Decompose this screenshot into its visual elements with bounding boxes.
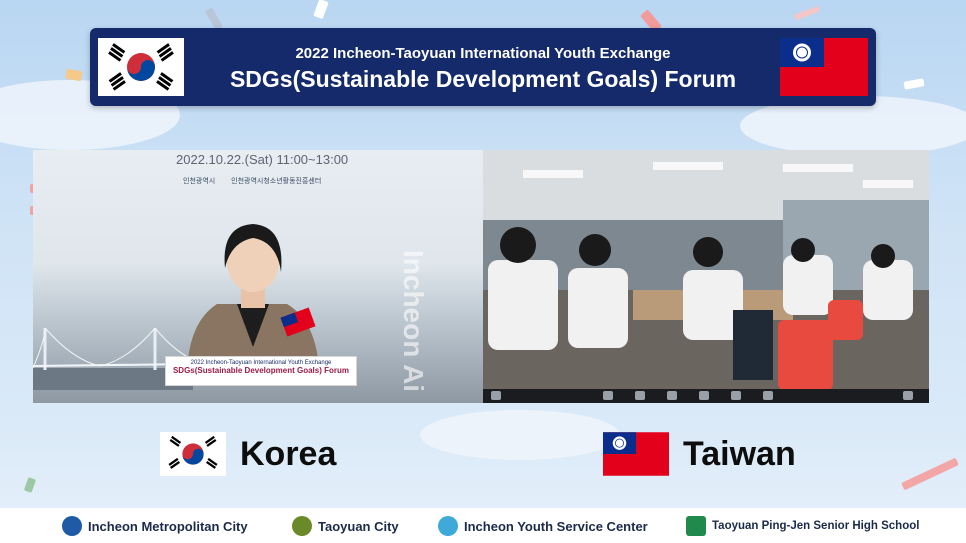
mic-icon[interactable]	[491, 391, 501, 400]
country-name-korea: Korea	[240, 435, 337, 473]
podium-sign: 2022 Incheon-Taoyuan International Youth…	[165, 356, 357, 386]
incheon-city-logo-icon	[62, 516, 82, 536]
sponsor-label: Taoyuan Ping-Jen Senior High School	[712, 520, 920, 532]
sponsor-label: Taoyuan City	[318, 518, 399, 534]
security-icon[interactable]	[603, 391, 613, 400]
classroom-scene	[483, 150, 929, 403]
speaker-figure	[187, 224, 319, 372]
confetti-shape	[903, 78, 925, 90]
country-label-taiwan: Taiwan	[603, 432, 823, 476]
sponsor-incheon-city: Incheon Metropolitan City	[62, 516, 248, 536]
confetti-shape	[313, 0, 329, 20]
banner-title-line2: SDGs(Sustainable Development Goals) Foru…	[229, 66, 737, 92]
podium-line2: SDGs(Sustainable Development Goals) Foru…	[172, 366, 350, 375]
incheon-city-logo-text: 인천광역시	[183, 178, 216, 185]
country-name-taiwan: Taiwan	[683, 435, 796, 473]
share-screen-icon[interactable]	[699, 391, 709, 400]
sponsor-youth-center: Incheon Youth Service Center	[438, 516, 648, 536]
confetti-shape	[23, 477, 37, 493]
participants-icon[interactable]	[635, 391, 645, 400]
record-icon[interactable]	[731, 391, 741, 400]
sponsor-taoyuan-city: Taoyuan City	[292, 516, 399, 536]
youth-center-logo-text: 인천광역시청소년활동진흥센터	[231, 178, 322, 185]
background-watermark-text: Incheon Ai	[398, 250, 429, 393]
sponsor-label: Incheon Metropolitan City	[88, 518, 248, 534]
background-cloud	[420, 410, 620, 460]
taiwan-flag-icon	[603, 432, 669, 476]
podium-line1: 2022 Incheon-Taoyuan International Youth…	[190, 360, 332, 366]
video-feed-taiwan	[483, 150, 929, 403]
pingjen-school-logo-icon	[686, 516, 706, 536]
sponsor-label: Incheon Youth Service Center	[464, 518, 648, 534]
event-date-time: 2022.10.22.(Sat) 11:00~13:00	[176, 152, 349, 167]
organizer-logos: 인천광역시 인천광역시청소년활동진흥센터	[183, 176, 335, 186]
sponsor-footer: Incheon Metropolitan City Taoyuan City I…	[0, 508, 966, 543]
taoyuan-city-logo-icon	[292, 516, 312, 536]
reactions-icon[interactable]	[763, 391, 773, 400]
confetti-shape	[901, 457, 959, 491]
banner-title-line1: 2022 Incheon-Taoyuan International Youth…	[295, 45, 671, 62]
taiwan-flag-icon	[780, 38, 868, 96]
country-label-korea: Korea	[160, 432, 360, 476]
confetti-shape	[793, 5, 821, 21]
title-banner: 2022 Incheon-Taoyuan International Youth…	[90, 28, 876, 106]
sponsor-pingjen-school: Taoyuan Ping-Jen Senior High School	[686, 516, 919, 536]
video-call-toolbar	[483, 389, 929, 403]
youth-center-logo-icon	[438, 516, 458, 536]
leave-icon[interactable]	[903, 391, 913, 400]
video-feed-korea: 2022.10.22.(Sat) 11:00~13:00 인천광역시 인천광역시…	[33, 150, 483, 403]
chat-icon[interactable]	[667, 391, 677, 400]
korea-flag-icon	[160, 432, 226, 476]
